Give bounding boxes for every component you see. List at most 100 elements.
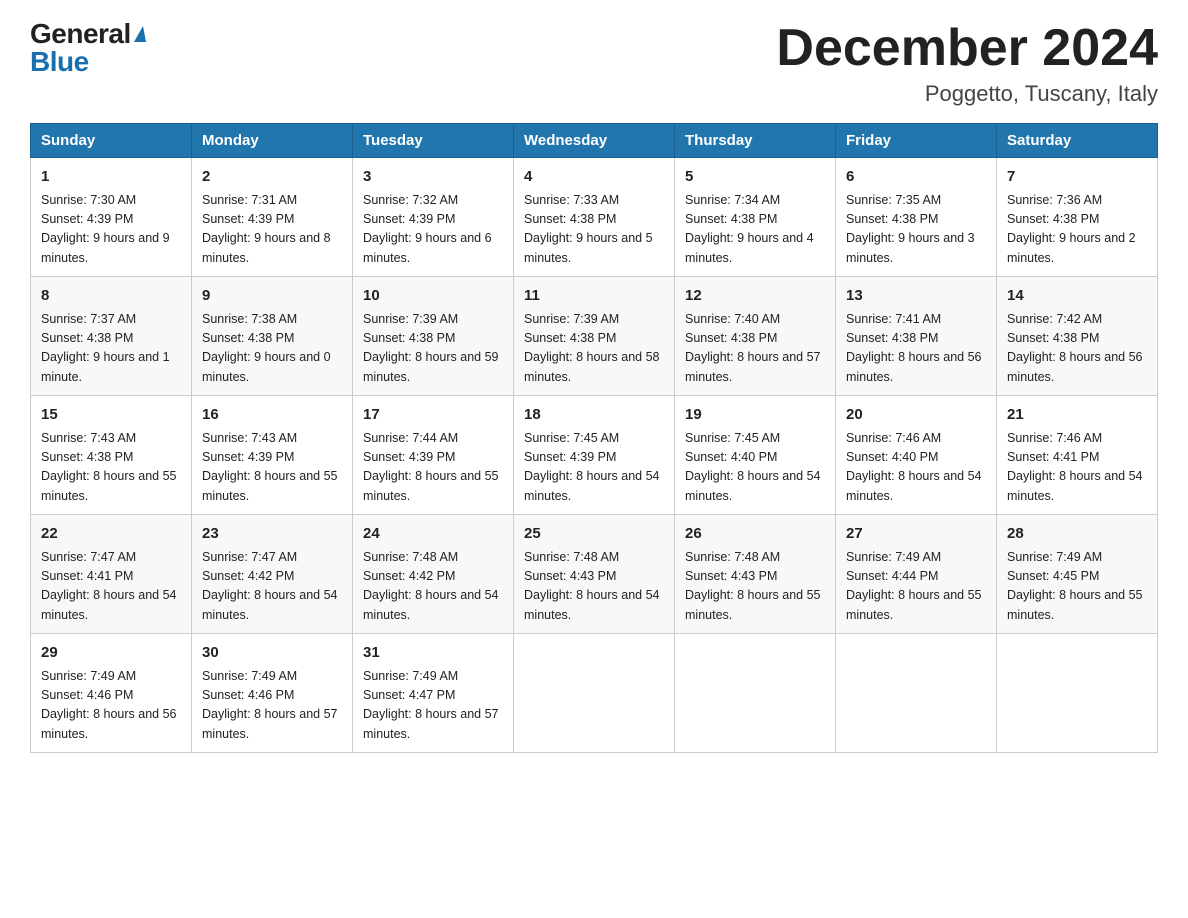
day-number: 23 bbox=[202, 523, 342, 546]
day-number: 8 bbox=[41, 285, 181, 308]
calendar-cell: 5 Sunrise: 7:34 AMSunset: 4:38 PMDayligh… bbox=[675, 158, 836, 277]
day-number: 6 bbox=[846, 166, 986, 189]
day-info: Sunrise: 7:48 AMSunset: 4:43 PMDaylight:… bbox=[685, 548, 825, 626]
day-number: 10 bbox=[363, 285, 503, 308]
day-info: Sunrise: 7:31 AMSunset: 4:39 PMDaylight:… bbox=[202, 191, 342, 269]
logo-triangle-icon bbox=[134, 26, 146, 42]
day-number: 13 bbox=[846, 285, 986, 308]
calendar-cell: 19 Sunrise: 7:45 AMSunset: 4:40 PMDaylig… bbox=[675, 396, 836, 515]
day-info: Sunrise: 7:36 AMSunset: 4:38 PMDaylight:… bbox=[1007, 191, 1147, 269]
day-info: Sunrise: 7:49 AMSunset: 4:47 PMDaylight:… bbox=[363, 667, 503, 745]
day-info: Sunrise: 7:34 AMSunset: 4:38 PMDaylight:… bbox=[685, 191, 825, 269]
calendar-cell: 20 Sunrise: 7:46 AMSunset: 4:40 PMDaylig… bbox=[836, 396, 997, 515]
calendar-cell: 14 Sunrise: 7:42 AMSunset: 4:38 PMDaylig… bbox=[997, 277, 1158, 396]
title-block: December 2024 Poggetto, Tuscany, Italy bbox=[776, 20, 1158, 107]
day-info: Sunrise: 7:42 AMSunset: 4:38 PMDaylight:… bbox=[1007, 310, 1147, 388]
day-info: Sunrise: 7:49 AMSunset: 4:46 PMDaylight:… bbox=[41, 667, 181, 745]
day-number: 25 bbox=[524, 523, 664, 546]
calendar-cell: 17 Sunrise: 7:44 AMSunset: 4:39 PMDaylig… bbox=[353, 396, 514, 515]
calendar-table: Sunday Monday Tuesday Wednesday Thursday… bbox=[30, 123, 1158, 753]
page-title: December 2024 bbox=[776, 20, 1158, 77]
day-number: 29 bbox=[41, 642, 181, 665]
calendar-cell: 15 Sunrise: 7:43 AMSunset: 4:38 PMDaylig… bbox=[31, 396, 192, 515]
calendar-cell: 8 Sunrise: 7:37 AMSunset: 4:38 PMDayligh… bbox=[31, 277, 192, 396]
day-info: Sunrise: 7:45 AMSunset: 4:40 PMDaylight:… bbox=[685, 429, 825, 507]
day-number: 28 bbox=[1007, 523, 1147, 546]
day-info: Sunrise: 7:49 AMSunset: 4:44 PMDaylight:… bbox=[846, 548, 986, 626]
day-number: 16 bbox=[202, 404, 342, 427]
page-header: General Blue December 2024 Poggetto, Tus… bbox=[30, 20, 1158, 107]
calendar-cell bbox=[997, 634, 1158, 753]
calendar-cell: 27 Sunrise: 7:49 AMSunset: 4:44 PMDaylig… bbox=[836, 515, 997, 634]
day-number: 31 bbox=[363, 642, 503, 665]
day-info: Sunrise: 7:38 AMSunset: 4:38 PMDaylight:… bbox=[202, 310, 342, 388]
day-number: 17 bbox=[363, 404, 503, 427]
calendar-cell: 11 Sunrise: 7:39 AMSunset: 4:38 PMDaylig… bbox=[514, 277, 675, 396]
day-info: Sunrise: 7:47 AMSunset: 4:41 PMDaylight:… bbox=[41, 548, 181, 626]
calendar-header-row: Sunday Monday Tuesday Wednesday Thursday… bbox=[31, 124, 1158, 158]
day-number: 19 bbox=[685, 404, 825, 427]
calendar-cell: 12 Sunrise: 7:40 AMSunset: 4:38 PMDaylig… bbox=[675, 277, 836, 396]
day-info: Sunrise: 7:45 AMSunset: 4:39 PMDaylight:… bbox=[524, 429, 664, 507]
calendar-week-row: 22 Sunrise: 7:47 AMSunset: 4:41 PMDaylig… bbox=[31, 515, 1158, 634]
day-info: Sunrise: 7:49 AMSunset: 4:45 PMDaylight:… bbox=[1007, 548, 1147, 626]
calendar-cell bbox=[675, 634, 836, 753]
day-number: 5 bbox=[685, 166, 825, 189]
day-info: Sunrise: 7:40 AMSunset: 4:38 PMDaylight:… bbox=[685, 310, 825, 388]
calendar-cell: 18 Sunrise: 7:45 AMSunset: 4:39 PMDaylig… bbox=[514, 396, 675, 515]
day-info: Sunrise: 7:32 AMSunset: 4:39 PMDaylight:… bbox=[363, 191, 503, 269]
calendar-week-row: 15 Sunrise: 7:43 AMSunset: 4:38 PMDaylig… bbox=[31, 396, 1158, 515]
calendar-cell: 28 Sunrise: 7:49 AMSunset: 4:45 PMDaylig… bbox=[997, 515, 1158, 634]
day-info: Sunrise: 7:39 AMSunset: 4:38 PMDaylight:… bbox=[363, 310, 503, 388]
day-number: 20 bbox=[846, 404, 986, 427]
day-number: 11 bbox=[524, 285, 664, 308]
day-number: 9 bbox=[202, 285, 342, 308]
calendar-cell: 31 Sunrise: 7:49 AMSunset: 4:47 PMDaylig… bbox=[353, 634, 514, 753]
day-info: Sunrise: 7:30 AMSunset: 4:39 PMDaylight:… bbox=[41, 191, 181, 269]
calendar-cell: 29 Sunrise: 7:49 AMSunset: 4:46 PMDaylig… bbox=[31, 634, 192, 753]
day-info: Sunrise: 7:39 AMSunset: 4:38 PMDaylight:… bbox=[524, 310, 664, 388]
day-info: Sunrise: 7:48 AMSunset: 4:43 PMDaylight:… bbox=[524, 548, 664, 626]
location-subtitle: Poggetto, Tuscany, Italy bbox=[776, 81, 1158, 107]
day-info: Sunrise: 7:44 AMSunset: 4:39 PMDaylight:… bbox=[363, 429, 503, 507]
calendar-week-row: 8 Sunrise: 7:37 AMSunset: 4:38 PMDayligh… bbox=[31, 277, 1158, 396]
calendar-cell: 6 Sunrise: 7:35 AMSunset: 4:38 PMDayligh… bbox=[836, 158, 997, 277]
calendar-cell: 2 Sunrise: 7:31 AMSunset: 4:39 PMDayligh… bbox=[192, 158, 353, 277]
calendar-cell: 30 Sunrise: 7:49 AMSunset: 4:46 PMDaylig… bbox=[192, 634, 353, 753]
day-number: 7 bbox=[1007, 166, 1147, 189]
day-info: Sunrise: 7:41 AMSunset: 4:38 PMDaylight:… bbox=[846, 310, 986, 388]
day-number: 18 bbox=[524, 404, 664, 427]
logo: General Blue bbox=[30, 20, 146, 76]
calendar-cell: 9 Sunrise: 7:38 AMSunset: 4:38 PMDayligh… bbox=[192, 277, 353, 396]
day-number: 3 bbox=[363, 166, 503, 189]
day-number: 24 bbox=[363, 523, 503, 546]
calendar-cell: 16 Sunrise: 7:43 AMSunset: 4:39 PMDaylig… bbox=[192, 396, 353, 515]
col-thursday: Thursday bbox=[675, 124, 836, 158]
calendar-cell: 13 Sunrise: 7:41 AMSunset: 4:38 PMDaylig… bbox=[836, 277, 997, 396]
day-info: Sunrise: 7:46 AMSunset: 4:40 PMDaylight:… bbox=[846, 429, 986, 507]
calendar-cell: 21 Sunrise: 7:46 AMSunset: 4:41 PMDaylig… bbox=[997, 396, 1158, 515]
calendar-cell bbox=[514, 634, 675, 753]
day-number: 21 bbox=[1007, 404, 1147, 427]
day-info: Sunrise: 7:49 AMSunset: 4:46 PMDaylight:… bbox=[202, 667, 342, 745]
day-number: 30 bbox=[202, 642, 342, 665]
calendar-week-row: 29 Sunrise: 7:49 AMSunset: 4:46 PMDaylig… bbox=[31, 634, 1158, 753]
day-number: 4 bbox=[524, 166, 664, 189]
day-number: 12 bbox=[685, 285, 825, 308]
calendar-cell: 25 Sunrise: 7:48 AMSunset: 4:43 PMDaylig… bbox=[514, 515, 675, 634]
col-saturday: Saturday bbox=[997, 124, 1158, 158]
col-tuesday: Tuesday bbox=[353, 124, 514, 158]
day-number: 2 bbox=[202, 166, 342, 189]
calendar-cell: 22 Sunrise: 7:47 AMSunset: 4:41 PMDaylig… bbox=[31, 515, 192, 634]
calendar-cell: 4 Sunrise: 7:33 AMSunset: 4:38 PMDayligh… bbox=[514, 158, 675, 277]
calendar-cell: 3 Sunrise: 7:32 AMSunset: 4:39 PMDayligh… bbox=[353, 158, 514, 277]
day-number: 1 bbox=[41, 166, 181, 189]
col-sunday: Sunday bbox=[31, 124, 192, 158]
col-monday: Monday bbox=[192, 124, 353, 158]
day-number: 14 bbox=[1007, 285, 1147, 308]
calendar-week-row: 1 Sunrise: 7:30 AMSunset: 4:39 PMDayligh… bbox=[31, 158, 1158, 277]
calendar-cell: 26 Sunrise: 7:48 AMSunset: 4:43 PMDaylig… bbox=[675, 515, 836, 634]
calendar-cell: 7 Sunrise: 7:36 AMSunset: 4:38 PMDayligh… bbox=[997, 158, 1158, 277]
day-number: 22 bbox=[41, 523, 181, 546]
day-info: Sunrise: 7:33 AMSunset: 4:38 PMDaylight:… bbox=[524, 191, 664, 269]
